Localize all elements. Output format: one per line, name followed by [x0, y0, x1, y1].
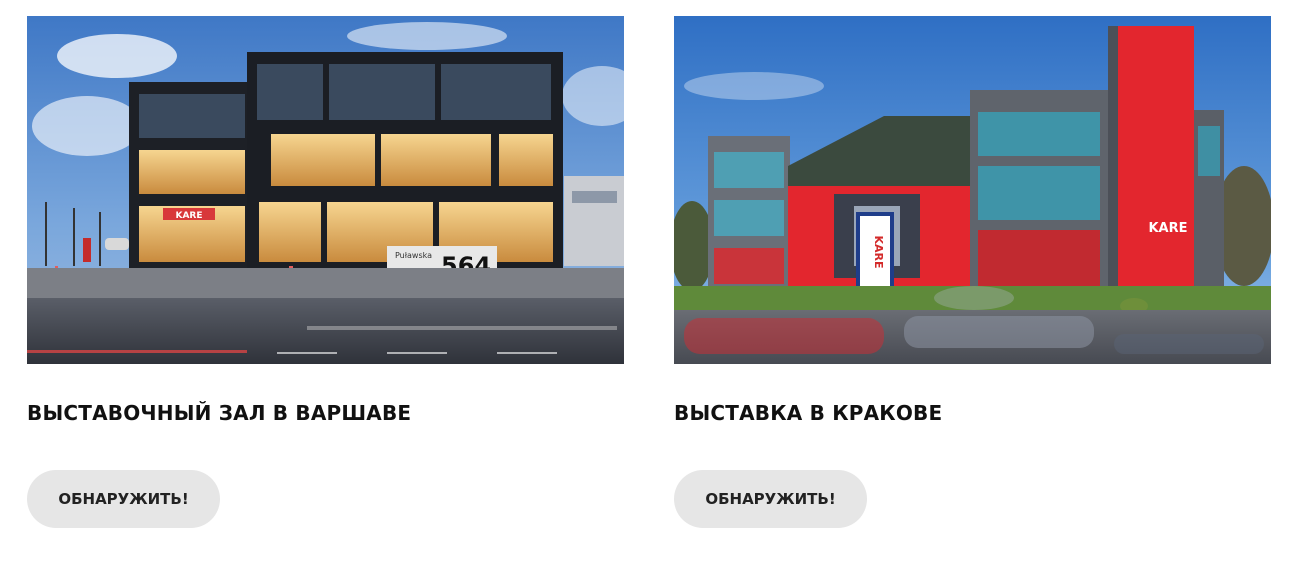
discover-button[interactable]: ОБНАРУЖИТЬ! [27, 470, 220, 528]
showroom-title: ВЫСТАВКА В КРАКОВЕ [674, 401, 943, 425]
kare-pylon: KARE [872, 235, 885, 268]
warsaw-showroom-photo[interactable]: KARE Puławska 564 [27, 16, 624, 364]
showroom-card-krakow: KARE KARE ВЫСТАВКА В КРАКОВЕ ОБНАРУЖИТЬ! [674, 16, 1271, 528]
kare-sign-warsaw: KARE [175, 211, 202, 221]
krakow-showroom-photo[interactable]: KARE KARE [674, 16, 1271, 364]
discover-button[interactable]: ОБНАРУЖИТЬ! [674, 470, 867, 528]
showroom-title: ВЫСТАВОЧНЫЙ ЗАЛ В ВАРШАВЕ [27, 401, 412, 425]
street-sign: Puławska [395, 251, 432, 260]
kare-sign-krakow: KARE [1148, 221, 1187, 236]
showroom-card-warsaw: KARE Puławska 564 ВЫСТАВОЧНЫЙ ЗАЛ В ВАРШ… [27, 16, 624, 528]
